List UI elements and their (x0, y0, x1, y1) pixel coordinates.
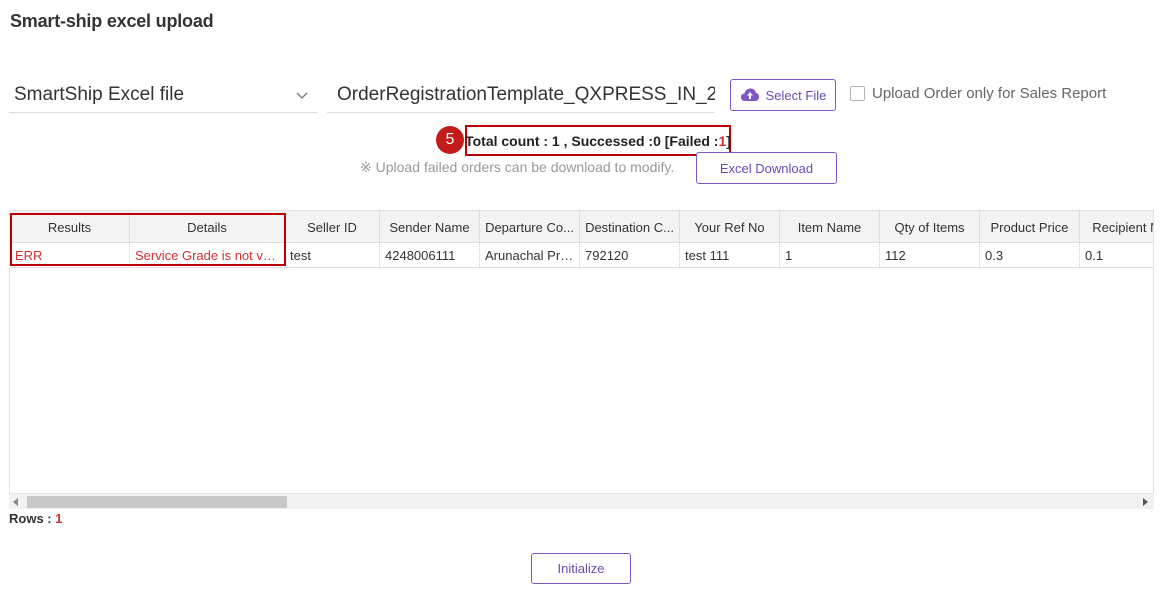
cell-details: Service Grade is not valid (130, 243, 285, 267)
page-title: Smart-ship excel upload (10, 11, 214, 31)
scroll-left-icon[interactable] (13, 498, 18, 506)
initialize-button[interactable]: Initialize (531, 553, 631, 584)
excel-download-button[interactable]: Excel Download (696, 152, 837, 184)
column-header-destination-country[interactable]: Destination C... (580, 211, 680, 243)
column-header-qty-of-items[interactable]: Qty of Items (880, 211, 980, 243)
file-name-value: OrderRegistrationTemplate_QXPRESS_IN_20 (337, 84, 715, 105)
upload-summary: Total count : 1 , Successed :0 [Failed :… (465, 125, 731, 156)
grid-header: Results Details Seller ID Sender Name De… (10, 211, 1153, 243)
sales-report-checkbox[interactable] (850, 86, 865, 101)
rows-label: Rows : (9, 511, 52, 526)
select-file-button[interactable]: Select File (730, 79, 836, 111)
sales-report-label[interactable]: Upload Order only for Sales Report (872, 85, 1106, 102)
column-header-your-ref-no[interactable]: Your Ref No (680, 211, 780, 243)
column-header-results[interactable]: Results (10, 211, 130, 243)
column-header-item-name[interactable]: Item Name (780, 211, 880, 243)
scrollbar-thumb[interactable] (27, 496, 287, 508)
cell-sender-name: 4248006111 (380, 243, 480, 267)
column-header-seller-id[interactable]: Seller ID (285, 211, 380, 243)
column-header-recipient-name[interactable]: Recipient Na (1080, 211, 1153, 243)
cell-your-ref-no: test 111 (680, 243, 780, 267)
cell-destination-country: 792120 (580, 243, 680, 267)
cell-result: ERR (10, 243, 130, 267)
cloud-upload-icon (740, 88, 759, 101)
file-type-select[interactable]: SmartShip Excel file (9, 78, 317, 113)
chevron-down-icon (296, 92, 308, 99)
column-header-details[interactable]: Details (130, 211, 285, 243)
cell-departure-country: Arunachal Pra... (480, 243, 580, 267)
column-header-sender-name[interactable]: Sender Name (380, 211, 480, 243)
column-header-departure-country[interactable]: Departure Co... (480, 211, 580, 243)
rows-count: Rows : 1 (9, 511, 62, 526)
results-grid: Results Details Seller ID Sender Name De… (9, 210, 1154, 509)
cell-qty-of-items: 112 (880, 243, 980, 267)
file-type-value: SmartShip Excel file (14, 84, 185, 105)
summary-suffix: ] (726, 132, 731, 149)
cell-item-name: 1 (780, 243, 880, 267)
download-notice: ※ Upload failed orders can be download t… (360, 159, 675, 175)
column-header-product-price[interactable]: Product Price (980, 211, 1080, 243)
horizontal-scrollbar[interactable] (9, 493, 1154, 509)
file-name-field[interactable]: OrderRegistrationTemplate_QXPRESS_IN_20 (327, 78, 715, 113)
cell-seller-id: test (285, 243, 380, 267)
cell-product-price: 0.3 (980, 243, 1080, 267)
scroll-right-icon[interactable] (1143, 498, 1148, 506)
select-file-label: Select File (765, 87, 827, 103)
step-badge: 5 (436, 126, 464, 154)
rows-count-value: 1 (55, 511, 63, 526)
summary-text: Total count : 1 , Successed :0 [Failed : (465, 132, 719, 149)
failed-count: 1 (718, 132, 727, 149)
cell-recipient-name: 0.1 (1080, 243, 1153, 267)
table-row[interactable]: ERR Service Grade is not valid test 4248… (10, 243, 1153, 268)
